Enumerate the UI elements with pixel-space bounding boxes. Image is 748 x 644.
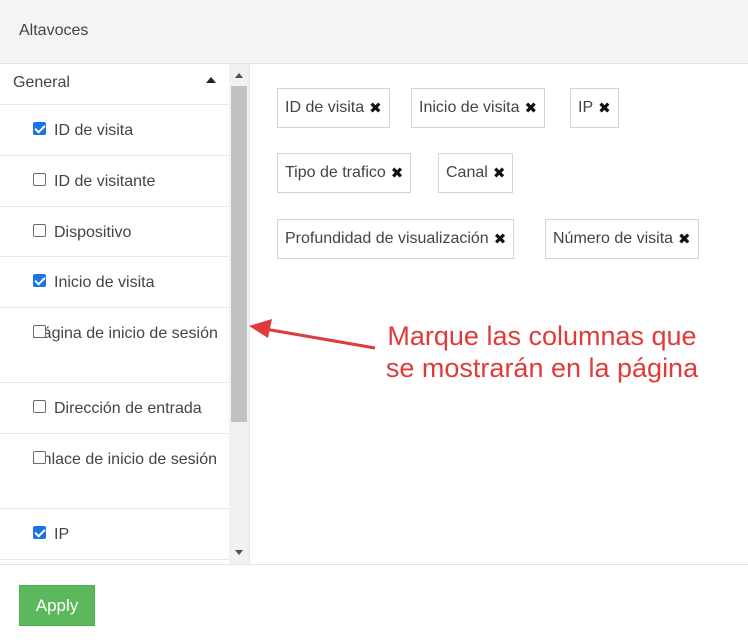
remove-icon[interactable]: ✖ <box>494 230 507 248</box>
checkbox-id-de-visita[interactable] <box>33 122 46 135</box>
checkbox-inicio-de-visita[interactable] <box>33 274 46 287</box>
annotation-text: Marque las columnas que se mostrarán en … <box>372 320 712 384</box>
list-item[interactable]: Página de inicio de sesión <box>0 308 229 383</box>
remove-icon[interactable]: ✖ <box>391 164 404 182</box>
annotation-arrow-icon <box>249 319 376 350</box>
list-item[interactable]: IP <box>0 509 229 560</box>
scroll-down-icon[interactable] <box>235 550 243 555</box>
tag-canal: Canal ✖ <box>438 153 514 193</box>
scrollbar-thumb[interactable] <box>231 86 247 422</box>
list-item-label: ID de visita <box>54 122 134 139</box>
dialog-footer: Apply <box>0 564 748 644</box>
list-item-label: Inicio de visita <box>54 274 155 291</box>
list-item[interactable]: Enlace de inicio de sesión <box>0 434 229 509</box>
list-item[interactable]: ID de visitante <box>0 156 229 207</box>
group-header-general[interactable]: General <box>0 64 229 105</box>
list-item-label: Dispositivo <box>54 224 132 241</box>
tag-ip: IP ✖ <box>570 88 619 128</box>
dialog-title: Altavoces <box>19 22 89 39</box>
tag-inicio-de-visita: Inicio de visita ✖ <box>411 88 546 128</box>
group-label: General <box>13 74 70 91</box>
scroll-up-icon[interactable] <box>235 73 243 78</box>
annotation-line-1: Marque las columnas que <box>387 321 697 351</box>
checkbox-dispositivo[interactable] <box>33 224 46 237</box>
checkbox-id-de-visitante[interactable] <box>33 173 46 186</box>
tag-id-de-visita: ID de visita ✖ <box>277 88 390 128</box>
tag-tipo-de-trafico: Tipo de trafico ✖ <box>277 153 412 193</box>
checkbox-direccion-de-entrada[interactable] <box>33 400 46 413</box>
apply-button[interactable]: Apply <box>19 585 95 626</box>
tag-profundidad-de-visualizacion: Profundidad de visualización ✖ <box>277 219 515 259</box>
remove-icon[interactable]: ✖ <box>525 99 538 117</box>
list-item-label: ID de visitante <box>54 173 156 190</box>
remove-icon[interactable]: ✖ <box>678 230 691 248</box>
checkbox-ip[interactable] <box>33 526 46 539</box>
remove-icon[interactable]: ✖ <box>369 99 382 117</box>
dialog-header: Altavoces <box>0 0 748 64</box>
list-item[interactable]: ID de visita <box>0 105 229 156</box>
list-item[interactable]: Dirección de entrada <box>0 383 229 434</box>
tag-numero-de-visita: Número de visita ✖ <box>545 219 699 259</box>
tag-label: IP <box>578 99 594 116</box>
tag-label: Canal <box>446 164 488 181</box>
list-item-label: IP <box>54 526 70 543</box>
checkbox-pagina-de-inicio-de-sesion[interactable] <box>33 325 46 338</box>
tag-label: Inicio de visita <box>419 99 520 116</box>
list-item[interactable]: Inicio de visita <box>0 257 229 308</box>
tag-label: Tipo de trafico <box>285 164 386 181</box>
remove-icon[interactable]: ✖ <box>598 99 611 117</box>
list-item[interactable]: Dispositivo <box>0 207 229 257</box>
tag-label: Profundidad de visualización <box>285 230 489 247</box>
checkbox-enlace-de-inicio-de-sesion[interactable] <box>33 451 46 464</box>
remove-icon[interactable]: ✖ <box>493 164 506 182</box>
tag-label: Número de visita <box>553 230 674 247</box>
column-list: General ID de visita ID de visitante Dis… <box>0 64 229 560</box>
annotation-line-2: se mostrarán en la página <box>385 353 699 383</box>
caret-up-icon[interactable] <box>206 77 216 83</box>
list-item-label: Dirección de entrada <box>54 400 202 417</box>
column-list-panel: General ID de visita ID de visitante Dis… <box>0 64 250 564</box>
tag-label: ID de visita <box>285 99 365 116</box>
